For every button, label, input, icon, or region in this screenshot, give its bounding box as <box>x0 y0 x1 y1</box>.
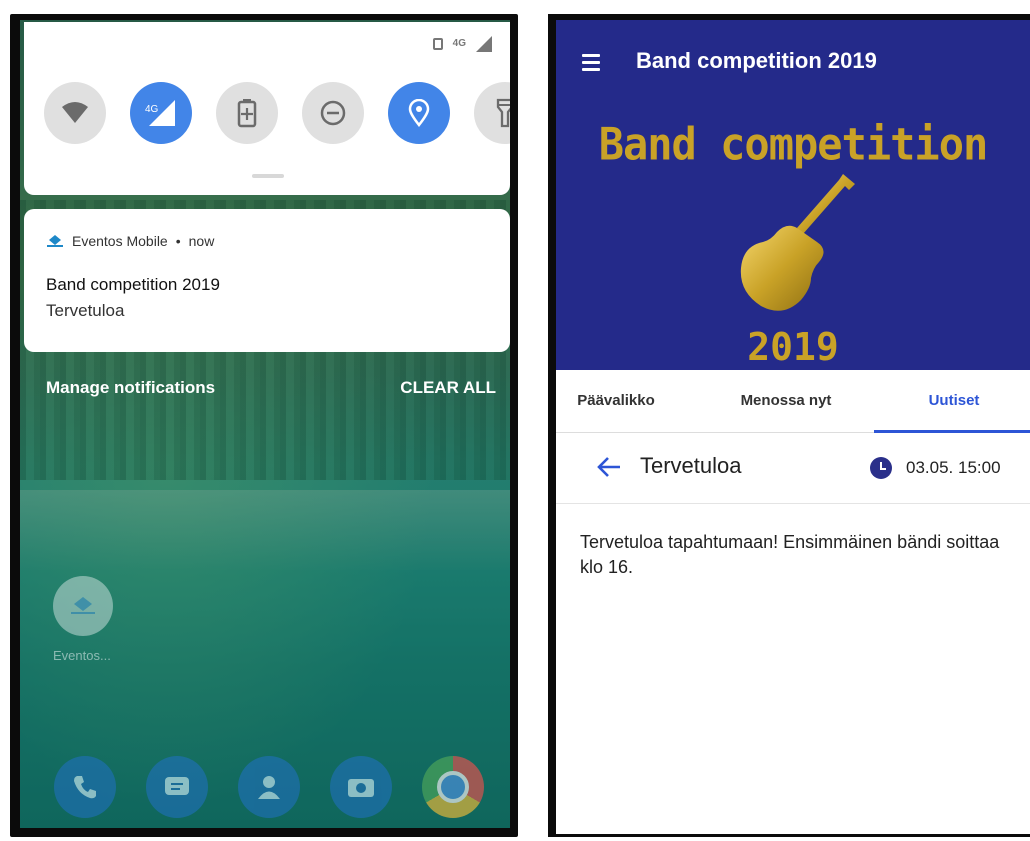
guitar-icon <box>740 174 855 311</box>
banner-title: Band competition <box>598 118 989 171</box>
chrome-icon[interactable] <box>422 756 484 818</box>
do-not-disturb-tile[interactable] <box>302 82 364 144</box>
quick-settings-panel: 4G 4G <box>24 22 510 195</box>
battery-saver-tile[interactable] <box>216 82 278 144</box>
menu-icon[interactable] <box>582 54 600 75</box>
network-type: 4G <box>452 38 466 49</box>
tab-bar: Päävalikko Menossa nyt Uutiset <box>556 370 1030 433</box>
tab-uutiset[interactable]: Uutiset <box>874 370 1030 432</box>
eventos-app-icon <box>53 576 113 636</box>
flashlight-tile[interactable] <box>474 82 510 144</box>
right-phone: Band competition 2019 Band competition 2… <box>548 14 1030 837</box>
quick-settings-tiles: 4G <box>44 82 510 144</box>
battery-icon <box>237 99 257 128</box>
notification-separator: • <box>175 233 181 249</box>
app-header: Band competition 2019 Band competition 2… <box>556 20 1030 370</box>
notification-time: now <box>188 233 215 249</box>
flashlight-icon <box>496 98 510 128</box>
phone-icon[interactable] <box>54 756 116 818</box>
left-phone: 4G 4G Eventos Mobile • now Band competit… <box>10 14 518 837</box>
contacts-icon[interactable] <box>238 756 300 818</box>
app-title: Band competition 2019 <box>636 48 877 73</box>
wifi-icon <box>62 102 88 123</box>
notification-app-name: Eventos Mobile <box>72 233 168 249</box>
notification-shade: 4G 4G Eventos Mobile • now Band competit… <box>20 20 510 828</box>
messages-icon[interactable] <box>146 756 208 818</box>
notification-header: Eventos Mobile • now <box>46 233 214 249</box>
mobile-signal-icon: 4G <box>145 100 175 126</box>
back-arrow-icon[interactable] <box>596 455 622 479</box>
notification-title: Band competition 2019 <box>46 275 220 294</box>
home-dock <box>54 756 484 818</box>
notification-body: Tervetuloa <box>46 301 125 320</box>
eventos-logo-icon <box>71 597 95 614</box>
do-not-disturb-icon <box>320 100 346 126</box>
news-header: Tervetuloa 03.05. 15:00 <box>556 433 1030 504</box>
clock-icon <box>870 457 892 479</box>
quick-settings-expand-handle[interactable] <box>252 174 284 178</box>
status-icons: 4G <box>432 36 492 52</box>
location-icon <box>408 99 430 127</box>
news-body: Tervetuloa tapahtumaan! Ensimmäinen bänd… <box>580 532 1000 577</box>
signal-icon <box>476 36 492 52</box>
tab-menossa-nyt[interactable]: Menossa nyt <box>706 370 866 432</box>
vibrate-icon <box>432 38 443 50</box>
notification-card[interactable]: Eventos Mobile • now Band competition 20… <box>24 209 510 352</box>
app-screen: Band competition 2019 Band competition 2… <box>556 20 1030 834</box>
location-tile[interactable] <box>388 82 450 144</box>
wifi-tile[interactable] <box>44 82 106 144</box>
eventos-logo-icon <box>47 235 63 247</box>
tab-paavalikko[interactable]: Päävalikko <box>556 370 676 432</box>
news-date: 03.05. 15:00 <box>906 458 1001 477</box>
mobile-data-tile[interactable]: 4G <box>130 82 192 144</box>
manage-notifications-button[interactable]: Manage notifications <box>46 378 215 398</box>
banner-year: 2019 <box>747 325 839 369</box>
eventos-app-label: Eventos... <box>53 648 111 663</box>
mobile-data-label: 4G <box>145 104 159 115</box>
eventos-app-shortcut[interactable]: Eventos... <box>53 576 113 663</box>
news-title: Tervetuloa <box>640 453 742 478</box>
clear-all-button[interactable]: CLEAR ALL <box>400 378 496 398</box>
camera-icon[interactable] <box>330 756 392 818</box>
